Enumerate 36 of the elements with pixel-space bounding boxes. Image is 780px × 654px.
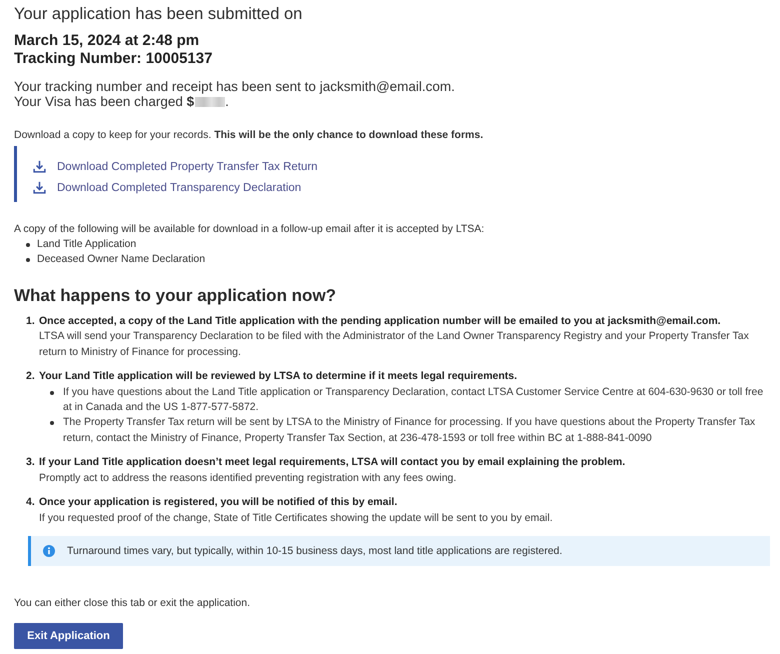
exit-hint: You can either close this tab or exit the application.: [14, 596, 252, 611]
download-icon: [33, 160, 46, 173]
step-title: Your Land Title application will be reviewed by LTSA to determine if it meets legal requirements.: [39, 369, 518, 384]
charge-text: Your Visa has been charged $: [14, 94, 194, 109]
follow-up-intro: A copy of the following will be available for download in a follow-up email after it is accepted by LTSA:: [14, 222, 486, 237]
follow-up-item: Land Title Application: [37, 237, 136, 252]
download-icon: [33, 181, 46, 194]
step-number: 4.: [26, 495, 36, 510]
step-description: Promptly act to address the reasons identified preventing registration with any fees owing.: [39, 470, 458, 486]
step-number: 3.: [26, 455, 36, 470]
step-title: Once your application is registered, you will be notified of this by email.: [39, 495, 398, 510]
bullet-icon: [26, 242, 30, 246]
download-link[interactable]: Download Completed Transparency Declaration: [57, 182, 302, 194]
bullet-icon: [26, 258, 30, 262]
step-title: If your Land Title application doesn’t meet legal requirements, LTSA will contact you by email explaining the problem.: [39, 455, 626, 470]
step-number: 2.: [26, 369, 36, 384]
step-description: LTSA will send your Transparency Declaration to be filed with the Administrator of the Land Owner Transparency Registry and your Property Transfer Tax return to Ministry of Finance for processing.: [39, 329, 750, 360]
step-bullet-text: If you have questions about the Land Title application or Transparency Declaration, contact LTSA Customer Service Centre at 604-630-9630 or toll free at in Canada and the US 1-877-577-5872.: [63, 384, 764, 415]
receipt-notice: Your tracking number and receipt has been sent to jacksmith@email.com.: [14, 80, 456, 94]
info-icon: [43, 544, 55, 557]
notice-text: Turnaround times vary, but typically, within 10-15 business days, most land title applications are registered.: [67, 544, 562, 557]
bullet-icon: [50, 390, 54, 395]
charge-period: .: [225, 94, 229, 109]
follow-up-item: Deceased Owner Name Declaration: [37, 252, 206, 267]
step-title: Once accepted, a copy of the Land Title application with the pending application number will be emailed to you at jacksmith@email.com.: [39, 314, 722, 329]
step-description: If you requested proof of the change, State of Title Certificates showing the update will be sent to you by email.: [39, 510, 554, 526]
exit-application-button[interactable]: Exit Application: [14, 622, 123, 649]
next-steps-heading: What happens to your application now?: [14, 285, 338, 307]
submission-date: March 15, 2024 at 2:48 pm: [14, 32, 200, 50]
download-intro: Download a copy to keep for your records. This will be the only chance to download these forms.: [14, 128, 484, 143]
step-number: 1.: [26, 314, 36, 329]
tracking-number: Tracking Number: 10005137: [14, 50, 214, 68]
submitted-heading: Your application has been submitted on: [14, 4, 304, 25]
download-link[interactable]: Download Completed Property Transfer Tax Return: [57, 160, 318, 172]
bullet-icon: [50, 421, 54, 426]
step-bullet-text: The Property Transfer Tax return will be sent by LTSA to the Ministry of Finance for processing. If you have questions about the Property Transfer Tax return, contact the Ministry of Finance, Property Transfer Tax Section, at 236-478-1593 or toll free within BC at 1-888-841-0090: [63, 415, 756, 446]
